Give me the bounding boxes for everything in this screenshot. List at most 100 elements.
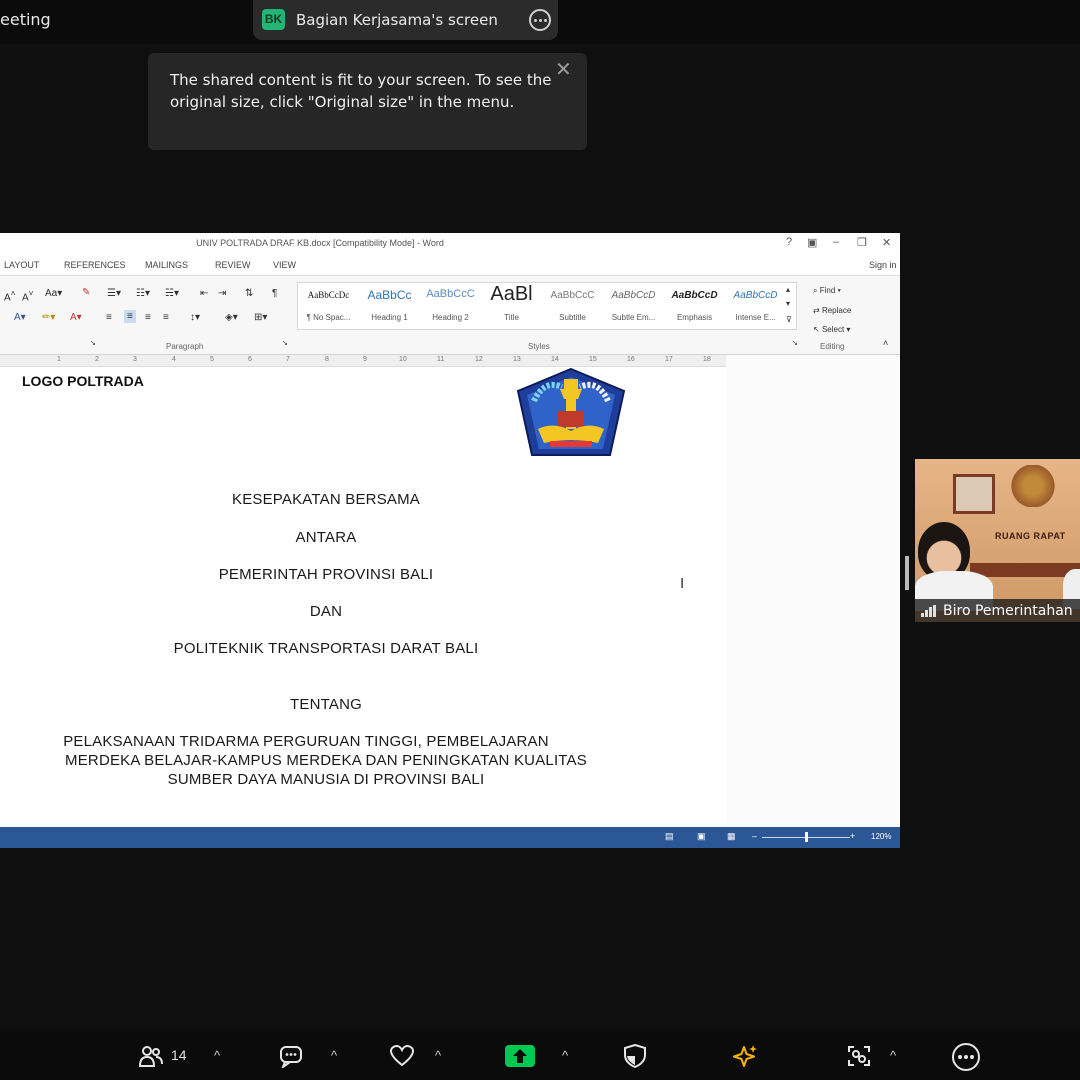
notification-text: The shared content is fit to your screen… [170, 71, 552, 111]
horizontal-ruler[interactable]: 1 2 3 4 5 6 7 8 9 10 11 12 13 14 15 16 1… [0, 355, 726, 367]
tab-references[interactable]: REFERENCES [64, 260, 126, 270]
numbering-icon[interactable]: ☷▾ [136, 288, 150, 299]
chat-icon[interactable] [279, 1044, 305, 1068]
shared-word-window: UNIV POLTRADA DRAF KB.docx [Compatibilit… [0, 233, 900, 848]
reactions-caret-icon[interactable]: ^ [435, 1048, 441, 1063]
participants-icon[interactable] [138, 1044, 164, 1068]
reactions-heart-icon[interactable] [389, 1044, 415, 1068]
restore-icon[interactable]: ❐ [857, 236, 867, 249]
web-layout-icon[interactable]: ▦ [727, 831, 736, 842]
tab-mailings[interactable]: MAILINGS [145, 260, 188, 270]
font-color-icon[interactable]: A▾ [70, 312, 82, 323]
style-subtitle[interactable]: AaBbCcC Subtitle [542, 283, 603, 329]
document-page[interactable]: LOGO POLTRADA KESEPAKATAN BERSAMA ANTARA… [0, 367, 726, 827]
participants-count: 14 [171, 1047, 187, 1063]
sharer-badge: BK [262, 9, 285, 30]
gallery-more-icon[interactable]: ⊽ [786, 315, 792, 324]
style-heading-2[interactable]: AaBbCcC Heading 2 [420, 283, 481, 329]
align-center-icon[interactable]: ≡ [124, 310, 136, 323]
zoom-out-icon[interactable]: – [752, 831, 757, 841]
room-sign: RUANG RAPAT [995, 531, 1066, 541]
align-left-icon[interactable]: ≡ [106, 312, 112, 323]
sign-in-link[interactable]: Sign in [869, 260, 897, 270]
style-title[interactable]: AaBl Title [481, 283, 542, 329]
style-emphasis[interactable]: AaBbCcD Emphasis [664, 283, 725, 329]
apps-caret-icon[interactable]: ^ [890, 1048, 896, 1063]
ai-companion-sparkle-icon[interactable] [733, 1044, 759, 1068]
doc-line-dan: DAN [309, 603, 343, 620]
doc-line-title: KESEPAKATAN BERSAMA [231, 491, 421, 508]
borders-icon[interactable]: ⊞▾ [254, 312, 267, 323]
close-icon[interactable]: ✕ [555, 60, 572, 80]
read-mode-icon[interactable]: ▤ [665, 831, 674, 842]
style-subtle-emphasis[interactable]: AaBbCcD Subtle Em... [603, 283, 664, 329]
participants-caret-icon[interactable]: ^ [214, 1048, 220, 1063]
replace-button[interactable]: ⇄ Replace [813, 306, 851, 315]
screen-share-indicator[interactable]: BK Bagian Kerjasama's screen [253, 0, 558, 40]
more-options-icon[interactable] [529, 9, 551, 31]
align-right-icon[interactable]: ≡ [145, 312, 151, 323]
styles-dialog-launcher-icon[interactable]: ↘ [792, 339, 798, 347]
bullets-icon[interactable]: ☰▾ [107, 288, 121, 299]
line-spacing-icon[interactable]: ↕▾ [190, 312, 200, 323]
more-icon[interactable] [951, 1042, 981, 1072]
style-intense-emphasis[interactable]: AaBbCcD Intense E... [725, 283, 786, 329]
share-caret-icon[interactable]: ^ [562, 1048, 568, 1063]
screen-share-label: Bagian Kerjasama's screen [296, 11, 498, 29]
participant-name-bar: Biro Pemerintahan [915, 599, 1080, 622]
find-icon: ⌕ [813, 286, 820, 295]
chat-caret-icon[interactable]: ^ [331, 1048, 337, 1063]
help-icon[interactable]: ? [786, 236, 792, 248]
share-screen-icon[interactable] [504, 1044, 536, 1068]
print-layout-icon[interactable]: ▣ [697, 831, 706, 842]
doc-line-subject-2: MERDEKA BELAJAR-KAMPUS MERDEKA DAN PENIN… [65, 752, 587, 769]
styles-gallery: AaBbCcDc ¶ No Spac... AaBbCc Heading 1 A… [297, 282, 797, 330]
shrink-font-icon[interactable]: A˅ [22, 288, 34, 303]
tab-review[interactable]: REVIEW [215, 260, 251, 270]
style-heading-1[interactable]: AaBbCc Heading 1 [359, 283, 420, 329]
font-dialog-launcher-icon[interactable]: ↘ [90, 339, 96, 347]
tab-layout[interactable]: LAYOUT [4, 260, 39, 270]
show-marks-icon[interactable]: ¶ [272, 288, 277, 299]
garuda-emblem-icon [1011, 465, 1055, 507]
clear-format-icon[interactable]: ✎ [82, 287, 90, 298]
grow-font-icon[interactable]: A˄ [4, 288, 16, 303]
highlight-icon[interactable]: ✏▾ [42, 312, 55, 323]
justify-icon[interactable]: ≡ [163, 312, 169, 323]
zoom-slider-thumb[interactable] [805, 832, 808, 842]
sort-icon[interactable]: ⇅ [245, 288, 253, 299]
editing-group-label: Editing [820, 342, 845, 351]
close-window-icon[interactable]: ✕ [882, 236, 891, 249]
select-button[interactable]: ↖ Select ▾ [813, 325, 850, 334]
top-bar: eeting BK Bagian Kerjasama's screen [0, 0, 1080, 44]
collapse-ribbon-icon[interactable]: ˄ [883, 338, 888, 348]
meeting-title: eeting [0, 10, 51, 29]
paragraph-dialog-launcher-icon[interactable]: ↘ [282, 339, 288, 347]
signal-strength-icon [921, 605, 937, 617]
zoom-level[interactable]: 120% [871, 832, 891, 841]
gallery-scroll-down-icon[interactable]: ▾ [786, 299, 790, 308]
shading-icon[interactable]: ◈▾ [225, 312, 238, 323]
doc-line-pemerintah: PEMERINTAH PROVINSI BALI [218, 566, 434, 583]
participant-video-tile[interactable]: RUANG RAPAT Biro Pemerintahan [915, 459, 1080, 622]
zoom-in-icon[interactable]: + [850, 831, 855, 841]
change-case-icon[interactable]: Aa▾ [45, 288, 62, 299]
tab-view[interactable]: VIEW [273, 260, 296, 270]
wall-banner [970, 563, 1080, 577]
security-shield-icon[interactable] [622, 1044, 648, 1068]
tile-drag-handle[interactable] [905, 556, 909, 590]
wall-picture [953, 474, 995, 514]
doc-line-antara: ANTARA [295, 529, 357, 546]
style-no-spacing[interactable]: AaBbCcDc ¶ No Spac... [298, 283, 359, 329]
ribbon-display-icon[interactable]: ▣ [807, 236, 817, 249]
multilevel-list-icon[interactable]: ☵▾ [165, 288, 179, 299]
decrease-indent-icon[interactable]: ⇤ [200, 288, 208, 299]
text-effects-icon[interactable]: A▾ [14, 312, 26, 323]
apps-icon[interactable] [846, 1044, 872, 1068]
find-button[interactable]: ⌕ Find ▾ [813, 286, 841, 296]
ribbon: A˄ A˅ Aa▾ ✎ A▾ ✏▾ A▾ ☰▾ ☷▾ ☵▾ ⇤ ⇥ ⇅ ¶ ≡ … [0, 275, 900, 355]
doc-line-subject-3: SUMBER DAYA MANUSIA DI PROVINSI BALI [167, 771, 485, 788]
gallery-scroll-up-icon[interactable]: ▴ [786, 285, 790, 294]
minimize-icon[interactable]: – [833, 236, 839, 248]
increase-indent-icon[interactable]: ⇥ [218, 288, 226, 299]
